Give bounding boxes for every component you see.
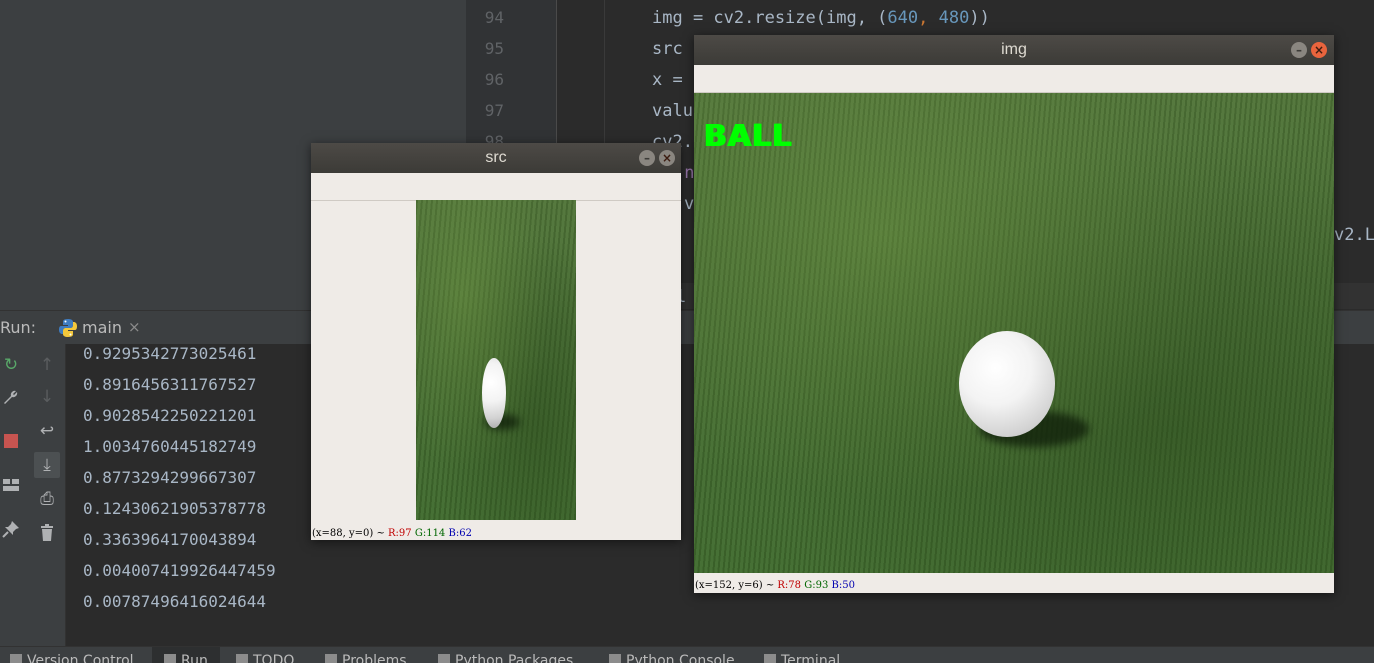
pin-icon[interactable] [0, 518, 22, 540]
down-arrow-icon[interactable]: ↓ [36, 386, 58, 408]
img-window[interactable]: img – × BALL (x=152, y=6) ~ R:78 G:93 B:… [694, 35, 1334, 593]
layout-icon[interactable] [0, 474, 22, 496]
minimize-button[interactable]: – [639, 150, 655, 166]
close-icon[interactable]: × [128, 318, 141, 336]
soft-wrap-icon[interactable]: ↩ [36, 420, 58, 442]
img-window-title[interactable]: img [694, 35, 1334, 65]
trash-icon[interactable] [36, 522, 58, 544]
output-line: 0.3363964170043894 [83, 530, 257, 549]
close-button[interactable]: × [659, 150, 675, 166]
run-left-toolbar: ↻ [0, 344, 31, 646]
output-line: 0.00787496416024644 [83, 592, 267, 611]
src-window[interactable]: src – × (x=88, y=0) ~ R:97 G:114 B:62 [311, 143, 681, 540]
img-status-bar: (x=152, y=6) ~ R:78 G:93 B:50 [695, 580, 855, 591]
minimize-icon: – [1296, 43, 1302, 57]
tab-main[interactable]: main × [44, 311, 154, 348]
src-status-bar: (x=88, y=0) ~ R:97 G:114 B:62 [312, 528, 472, 539]
bottom-tool-strip: Version Control Run TODO Problems Python… [0, 646, 1374, 663]
line-number: 96 [484, 70, 504, 89]
run-label: Run: [0, 318, 37, 337]
minimize-button[interactable]: – [1291, 42, 1307, 58]
print-icon[interactable]: ⎙ [36, 488, 58, 510]
output-line: 0.004007419926447459 [83, 561, 276, 580]
golf-ball [959, 331, 1055, 437]
code-fragment[interactable]: v [684, 194, 694, 214]
ball-label: BALL [704, 119, 793, 154]
run-tab-label: main [82, 318, 122, 337]
close-icon: × [661, 151, 673, 165]
output-line: 0.9295342773025461 [83, 344, 257, 363]
output-line: 0.12430621905378778 [83, 499, 267, 518]
code-line[interactable]: img = cv2.resize(img, (640, 480)) [652, 8, 990, 28]
code-line[interactable]: valu [652, 101, 693, 121]
run-secondary-toolbar: ↑ ↓ ↩ ⤓ ⎙ [30, 344, 66, 646]
line-number: 94 [484, 8, 504, 27]
python-icon [59, 319, 77, 337]
src-image[interactable] [416, 200, 576, 520]
output-line: 0.9028542250221201 [83, 406, 257, 425]
rerun-icon[interactable]: ↻ [0, 354, 22, 376]
code-fragment[interactable]: v2.L [1334, 225, 1374, 245]
code-line[interactable]: src [652, 39, 683, 59]
stop-icon[interactable] [0, 430, 22, 452]
line-number: 97 [484, 101, 504, 120]
src-window-toolbar [311, 173, 681, 201]
close-icon: × [1313, 43, 1325, 57]
output-line: 0.891645631176752​7 [83, 375, 257, 394]
up-arrow-icon[interactable]: ↑ [36, 354, 58, 376]
wrench-icon[interactable] [0, 386, 22, 408]
img-window-toolbar [694, 65, 1334, 93]
scroll-to-end-icon[interactable]: ⤓ [34, 452, 60, 478]
src-window-title[interactable]: src [311, 143, 681, 173]
minimize-icon: – [644, 151, 650, 165]
close-button[interactable]: × [1311, 42, 1327, 58]
output-line: 1.0034760445182749 [83, 437, 257, 456]
line-number: 95 [484, 39, 504, 58]
golf-ball [482, 358, 506, 428]
code-line[interactable]: x = [652, 70, 683, 90]
output-line: 0.8773294299667307 [83, 468, 257, 487]
img-image[interactable]: BALL [694, 93, 1334, 573]
